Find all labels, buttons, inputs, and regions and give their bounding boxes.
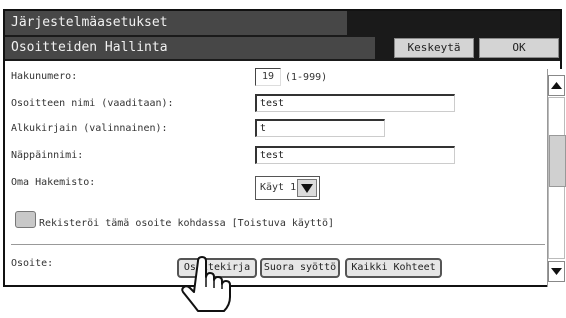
register-checkbox-label: Rekisteröi tämä osoite kohdassa [Toistuv… bbox=[39, 218, 335, 229]
custom-index-select[interactable]: Käyt 1 bbox=[255, 176, 320, 200]
triangle-down-icon bbox=[301, 184, 313, 193]
system-settings-bar: Järjestelmäasetukset bbox=[5, 11, 560, 35]
hand-pointer-icon bbox=[176, 255, 236, 317]
scrollbar[interactable] bbox=[547, 69, 566, 287]
all-destinations-button[interactable]: Kaikki Kohteet bbox=[345, 258, 442, 278]
key-name-label: Näppäinnimi: bbox=[11, 150, 84, 161]
initial-label: Alkukirjain (valinnainen): bbox=[11, 123, 168, 134]
triangle-up-icon bbox=[551, 82, 562, 89]
address-control-title: Osoitteiden Hallinta bbox=[5, 37, 375, 59]
triangle-down-icon bbox=[551, 268, 562, 275]
address-control-bar: Osoitteiden Hallinta Keskeytä OK bbox=[5, 35, 560, 61]
ok-button[interactable]: OK bbox=[479, 38, 559, 58]
scroll-down-button[interactable] bbox=[548, 261, 565, 282]
select-arrow-button[interactable] bbox=[297, 179, 317, 197]
scroll-up-button[interactable] bbox=[548, 75, 565, 96]
address-name-field[interactable]: test bbox=[255, 94, 455, 112]
key-name-field[interactable]: test bbox=[255, 146, 455, 164]
system-settings-title: Järjestelmäasetukset bbox=[5, 11, 347, 35]
direct-entry-button[interactable]: Suora syöttö bbox=[260, 258, 340, 278]
main-window: Järjestelmäasetukset Osoitteiden Hallint… bbox=[3, 9, 566, 287]
custom-index-label: Oma Hakemisto: bbox=[11, 177, 96, 188]
scroll-track[interactable] bbox=[548, 97, 566, 259]
divider bbox=[11, 244, 545, 245]
search-number-field[interactable]: 19 bbox=[255, 68, 281, 86]
cancel-button[interactable]: Keskeytä bbox=[394, 38, 474, 58]
form-area: Hakunumero: 19 (1-999) Osoitteen nimi (v… bbox=[5, 61, 545, 285]
address-label: Osoite: bbox=[11, 258, 54, 269]
initial-field[interactable]: t bbox=[255, 119, 385, 137]
search-number-range: (1-999) bbox=[285, 72, 328, 83]
address-name-label: Osoitteen nimi (vaaditaan): bbox=[11, 98, 174, 109]
register-checkbox[interactable] bbox=[15, 211, 36, 228]
scroll-thumb[interactable] bbox=[549, 135, 566, 187]
search-number-label: Hakunumero: bbox=[11, 71, 78, 82]
custom-index-value: Käyt 1 bbox=[260, 182, 297, 193]
